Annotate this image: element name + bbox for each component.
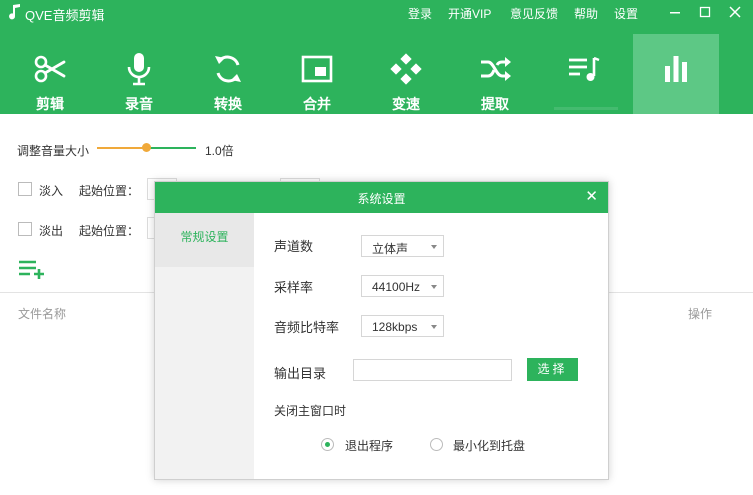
tab-general-settings[interactable]: 常规设置 (155, 213, 254, 267)
close-window-icon[interactable] (725, 2, 745, 22)
dialog-sidebar: 常规设置 (155, 213, 254, 479)
help-link[interactable]: 帮助 (574, 5, 598, 22)
volume-label: 调整音量大小 (17, 144, 90, 158)
tool-underline (554, 107, 618, 110)
login-link[interactable]: 登录 (408, 5, 432, 22)
tool-label: 剪辑 (36, 96, 64, 112)
dialog-title: 系统设置 (357, 192, 406, 206)
tool-extract[interactable]: 提取 (452, 38, 538, 114)
tool-speed[interactable]: 变速 (363, 38, 449, 114)
dialog-close-icon[interactable]: ✕ (585, 187, 598, 205)
chevron-down-icon (431, 285, 437, 289)
choose-dir-button[interactable]: 选择 (527, 358, 578, 381)
channels-select[interactable]: 立体声 (361, 235, 444, 257)
microphone-icon (127, 53, 151, 86)
tool-record[interactable]: 录音 (96, 38, 182, 114)
tool-playlist[interactable] (541, 38, 627, 114)
title-bar: QVE音频剪辑 登录 开通VIP 意见反馈 帮助 设置 (0, 0, 753, 26)
fade-out-label: 淡出 (39, 224, 64, 238)
shuffle-icon (481, 57, 511, 81)
top-bar: QVE音频剪辑 登录 开通VIP 意见反馈 帮助 设置 剪辑 录音 转换 合并 … (0, 0, 753, 114)
vip-link[interactable]: 开通VIP (448, 5, 491, 22)
fade-out-checkbox[interactable] (18, 222, 32, 236)
samplerate-label: 采样率 (274, 280, 314, 295)
channels-value: 立体声 (372, 242, 409, 256)
samplerate-select[interactable]: 44100Hz (361, 275, 444, 297)
on-close-label: 关闭主窗口时 (274, 404, 347, 418)
minimize-icon[interactable] (665, 2, 685, 22)
tool-convert[interactable]: 转换 (185, 38, 271, 114)
volume-value: 1.0倍 (205, 144, 234, 158)
tool-label: 合并 (303, 96, 331, 112)
scissors-icon (34, 55, 66, 83)
volume-slider-fill (97, 147, 147, 149)
tool-equalizer[interactable] (633, 34, 719, 114)
settings-dialog: 系统设置 ✕ 常规设置 声道数 立体声 采样率 44100Hz 音频比特率 12… (154, 181, 609, 480)
channels-label: 声道数 (274, 239, 314, 254)
speed-icon (390, 53, 422, 85)
tool-label: 录音 (125, 96, 153, 112)
tool-label: 转换 (214, 96, 242, 112)
chevron-down-icon (431, 245, 437, 249)
output-dir-input[interactable] (353, 359, 512, 381)
minimize-to-tray-label: 最小化到托盘 (453, 439, 526, 453)
settings-link[interactable]: 设置 (614, 5, 638, 22)
dialog-header: 系统设置 ✕ (155, 182, 608, 213)
bitrate-value: 128kbps (372, 320, 418, 334)
add-list-icon[interactable] (18, 258, 46, 280)
merge-icon (301, 55, 333, 83)
tool-cut[interactable]: 剪辑 (7, 38, 93, 114)
refresh-icon (215, 55, 241, 83)
fade-in-start-label: 起始位置： (79, 184, 140, 198)
samplerate-value: 44100Hz (372, 280, 421, 294)
chevron-down-icon (431, 325, 437, 329)
music-note-icon (9, 4, 20, 20)
exit-program-radio[interactable] (321, 438, 334, 451)
tool-label: 提取 (481, 96, 509, 112)
fade-out-start-label: 起始位置： (79, 224, 140, 238)
column-filename: 文件名称 (18, 307, 67, 321)
tool-label: 变速 (392, 96, 420, 112)
minimize-to-tray-radio[interactable] (430, 438, 443, 451)
volume-slider-handle[interactable] (142, 143, 151, 152)
maximize-icon[interactable] (695, 2, 715, 22)
bitrate-label: 音频比特率 (274, 320, 340, 335)
equalizer-icon (665, 56, 687, 82)
playlist-icon (569, 56, 600, 81)
app-title: QVE音频剪辑 (25, 8, 105, 23)
exit-program-label: 退出程序 (345, 439, 394, 453)
bitrate-select[interactable]: 128kbps (361, 315, 444, 337)
feedback-link[interactable]: 意见反馈 (510, 5, 558, 22)
fade-in-label: 淡入 (39, 184, 64, 198)
tool-merge[interactable]: 合并 (274, 38, 360, 114)
output-dir-label: 输出目录 (274, 366, 327, 381)
fade-in-checkbox[interactable] (18, 182, 32, 196)
column-action: 操作 (688, 307, 713, 321)
